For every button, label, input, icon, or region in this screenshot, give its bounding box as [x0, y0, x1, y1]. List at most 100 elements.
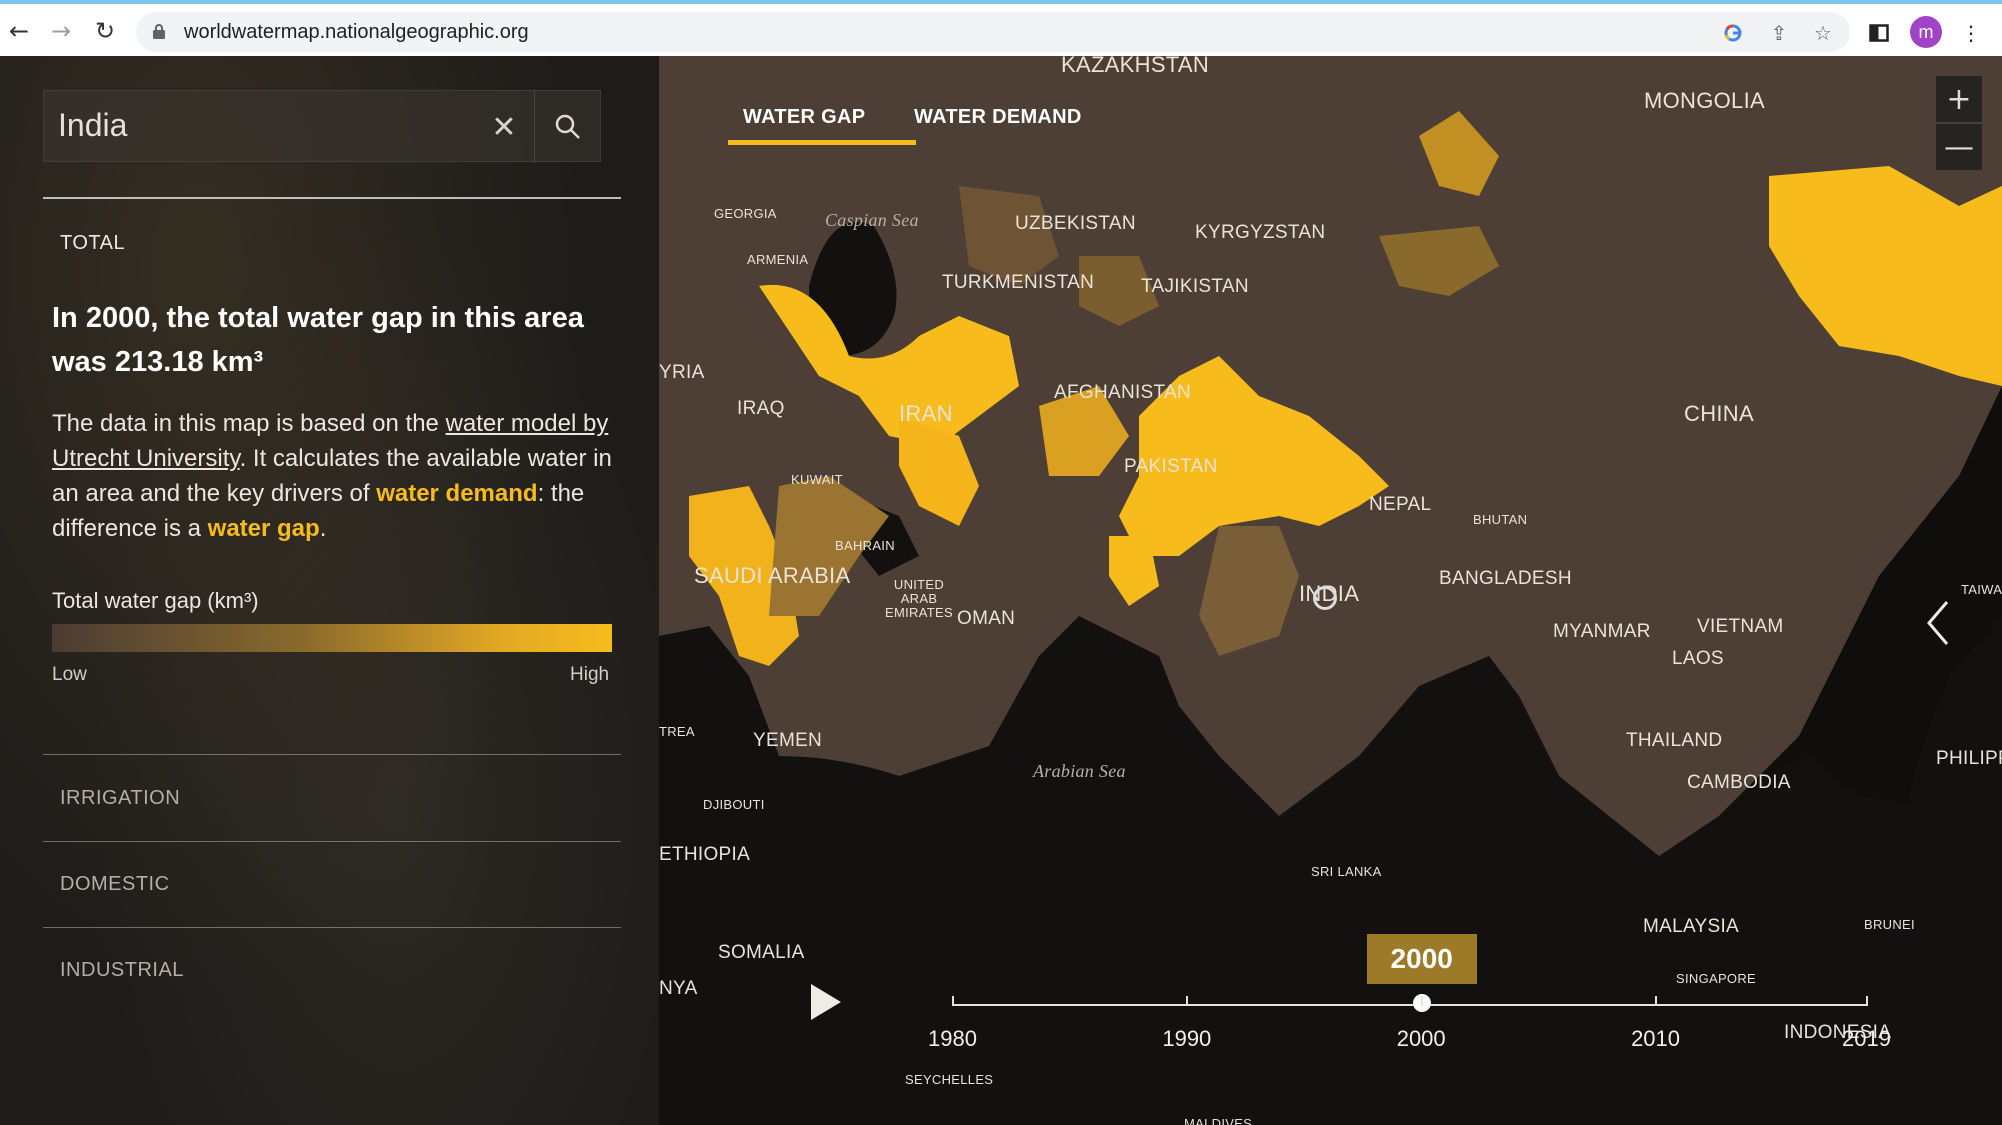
active-tab-indicator [728, 140, 916, 145]
avatar[interactable]: m [1910, 16, 1942, 48]
timeline-year-label[interactable]: 1990 [1162, 1026, 1211, 1052]
label-vietnam: VIETNAM [1697, 616, 1784, 637]
label-sri-lanka: SRI LANKA [1311, 864, 1382, 879]
label-kazakhstan: KAZAKHSTAN [1061, 56, 1210, 77]
star-icon[interactable]: ☆ [1812, 21, 1834, 45]
forward-icon[interactable]: → [46, 16, 76, 46]
info-panel: India ✕ TOTAL In 2000, the total water g… [0, 56, 659, 1125]
label-kuwait: KUWAIT [791, 472, 843, 487]
map-canvas[interactable]: WATER GAP WATER DEMAND + — KAZAKHSTAN MO… [659, 56, 2002, 1125]
label-tajikistan: TAJIKISTAN [1141, 276, 1249, 297]
label-djibouti: DJIBOUTI [703, 797, 765, 812]
description: The data in this map is based on the wat… [52, 406, 622, 546]
label-singapore: SINGAPORE [1676, 971, 1756, 986]
timeline-year-label[interactable]: 2019 [1842, 1026, 1891, 1052]
label-afghanistan: AFGHANISTAN [1054, 382, 1192, 403]
tab-total[interactable]: TOTAL [60, 232, 125, 255]
label-turkmenistan: TURKMENISTAN [942, 272, 1095, 293]
legend-gradient [52, 624, 612, 652]
timeline-year-label[interactable]: 2000 [1397, 1026, 1446, 1052]
zoom-in-button[interactable]: + [1936, 76, 1982, 122]
legend-title: Total water gap (km³) [52, 588, 259, 613]
selected-year-badge: 2000 [1366, 934, 1477, 984]
divider [43, 197, 621, 199]
sidepanel-icon[interactable] [1868, 22, 1890, 44]
search-divider [534, 91, 535, 163]
label-bangladesh: BANGLADESH [1439, 568, 1572, 589]
label-thailand: THAILAND [1626, 730, 1723, 751]
lock-icon[interactable] [152, 23, 166, 39]
label-saudi-arabia: SAUDI ARABIA [694, 563, 851, 588]
label-armenia: ARMENIA [747, 252, 809, 267]
divider [43, 927, 621, 928]
browser-toolbar: ← → ↻ worldwatermap.nationalgeographic.o… [0, 0, 2002, 56]
more-icon[interactable]: ⋮ [1960, 21, 1982, 45]
label-arabian-sea: Arabian Sea [1033, 761, 1126, 781]
water-gap-link[interactable]: water gap [208, 515, 320, 542]
timeline-year-label[interactable]: 1980 [928, 1026, 977, 1052]
label-iraq: IRAQ [737, 398, 785, 419]
label-philippines: PHILIPPI [1936, 748, 2002, 769]
search-input[interactable]: India [58, 107, 127, 144]
label-mongolia: MONGOLIA [1644, 88, 1765, 113]
url-text[interactable]: worldwatermap.nationalgeographic.org [184, 21, 529, 44]
label-malaysia: MALAYSIA [1643, 916, 1740, 937]
label-georgia: GEORGIA [714, 206, 777, 221]
label-maldives: MALDIVES [1184, 1116, 1253, 1125]
address-bar[interactable]: worldwatermap.nationalgeographic.org ⇪ ☆ [136, 12, 1850, 52]
tab-industrial[interactable]: INDUSTRIAL [60, 959, 184, 982]
back-icon[interactable]: ← [4, 16, 34, 46]
timeline-tick [1866, 996, 1868, 1006]
label-ethiopia: ETHIOPIA [659, 844, 751, 865]
water-demand-link[interactable]: water demand [376, 480, 537, 507]
description-text: The data in this map is based on the [52, 410, 446, 437]
label-myanmar: MYANMAR [1553, 621, 1651, 642]
label-kenya: NYA [659, 978, 698, 999]
label-nepal: NEPAL [1369, 494, 1432, 515]
share-icon[interactable]: ⇪ [1768, 21, 1790, 45]
label-laos: LAOS [1672, 648, 1724, 669]
label-pakistan: PAKISTAN [1124, 456, 1218, 477]
legend-high-label: High [570, 664, 610, 685]
label-eritrea: TREA [659, 724, 695, 739]
label-oman: OMAN [957, 608, 1016, 629]
label-china: CHINA [1684, 401, 1754, 426]
label-cambodia: CAMBODIA [1687, 772, 1791, 793]
label-brunei: BRUNEI [1864, 917, 1915, 932]
label-caspian-sea: Caspian Sea [825, 210, 919, 230]
timeline-tick [1655, 996, 1658, 1006]
label-bahrain: BAHRAIN [835, 538, 895, 553]
label-seychelles: SEYCHELLES [905, 1072, 994, 1087]
timeline-tick [952, 996, 954, 1006]
divider [43, 841, 621, 842]
timeline-track[interactable] [953, 1004, 1867, 1006]
google-icon[interactable] [1722, 22, 1744, 44]
chevron-left-icon[interactable] [1921, 596, 1957, 650]
legend-low-label: Low [52, 664, 87, 685]
page-title: In 2000, the total water gap in this are… [52, 302, 584, 378]
tab-water-demand[interactable]: WATER DEMAND [914, 106, 1082, 129]
label-iran: IRAN [899, 401, 953, 426]
timeline-tick [1420, 996, 1423, 1006]
reload-icon[interactable]: ↻ [90, 16, 120, 46]
label-uae: UNITED ARAB EMIRATES [885, 577, 953, 620]
label-kyrgyzstan: KYRGYZSTAN [1195, 222, 1326, 243]
description-text: . [319, 515, 327, 542]
tab-water-gap[interactable]: WATER GAP [743, 106, 865, 129]
search-icon[interactable] [552, 111, 584, 143]
label-somalia: SOMALIA [718, 942, 805, 963]
cursor-indicator [1313, 586, 1337, 610]
timeline-tick [1186, 996, 1189, 1006]
label-bhutan: BHUTAN [1473, 512, 1528, 527]
timeline-year-label[interactable]: 2010 [1631, 1026, 1680, 1052]
search-box[interactable]: India ✕ [43, 90, 601, 163]
close-icon[interactable]: ✕ [486, 109, 522, 145]
label-taiwan: TAIWA [1961, 582, 2002, 597]
play-icon[interactable] [807, 982, 843, 1022]
tab-domestic[interactable]: DOMESTIC [60, 873, 170, 896]
label-uzbekistan: UZBEKISTAN [1015, 213, 1136, 234]
label-yemen: YEMEN [753, 730, 823, 751]
zoom-out-button[interactable]: — [1936, 124, 1982, 170]
label-syria: YRIA [659, 362, 705, 383]
tab-irrigation[interactable]: IRRIGATION [60, 787, 180, 810]
